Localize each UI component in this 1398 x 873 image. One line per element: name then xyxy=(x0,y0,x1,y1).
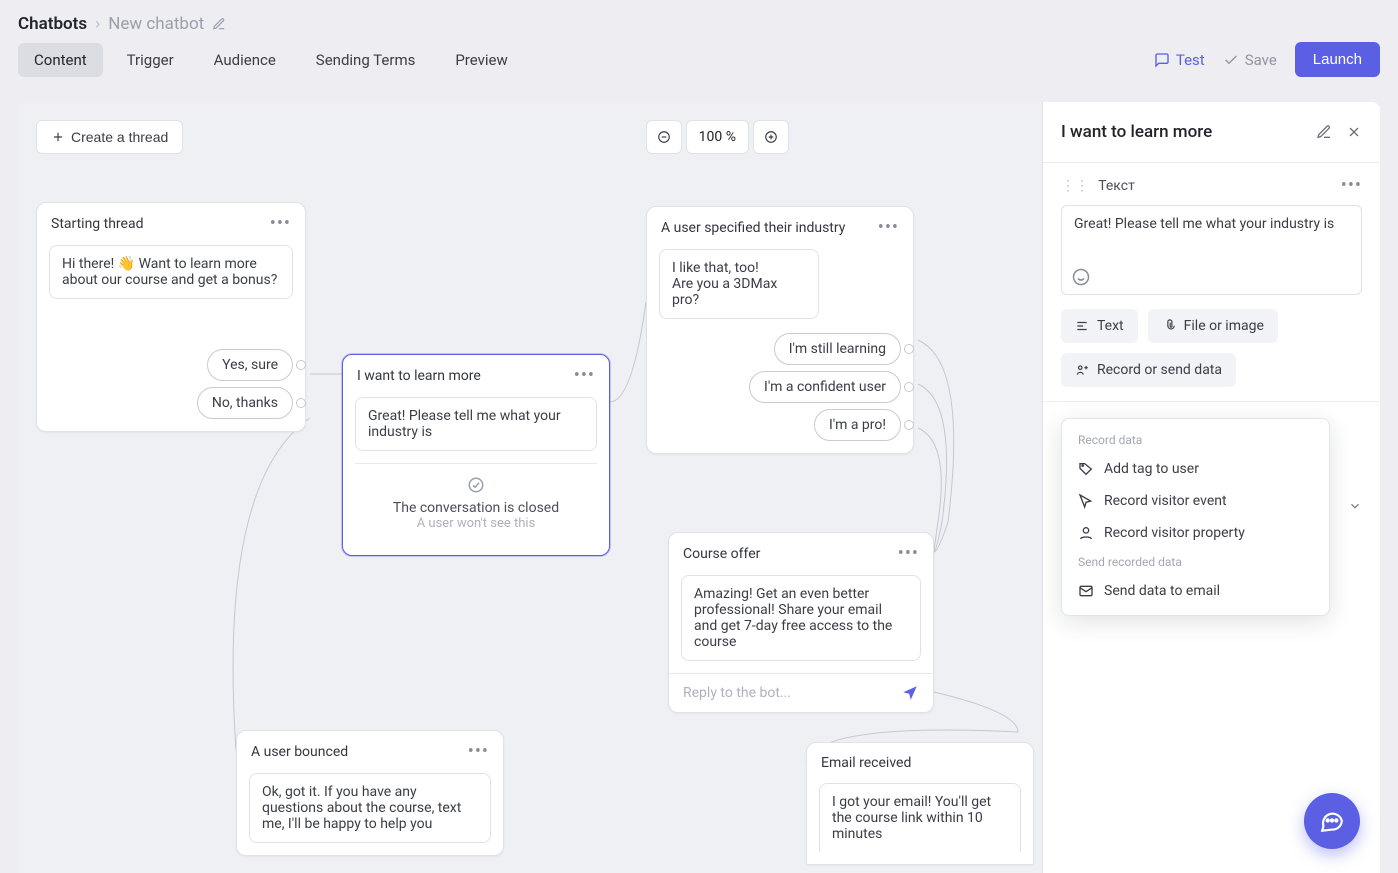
send-icon[interactable] xyxy=(901,684,919,702)
chat-bubble-icon xyxy=(1319,808,1345,834)
grip-icon[interactable]: ⋮⋮ xyxy=(1061,178,1089,194)
text-icon xyxy=(1075,319,1089,333)
card-title: Starting thread xyxy=(51,216,143,232)
reply-input[interactable]: Reply to the bot... xyxy=(683,685,791,701)
more-icon[interactable]: ••• xyxy=(898,545,919,563)
card-title: A user specified their industry xyxy=(661,220,845,236)
paperclip-icon xyxy=(1162,319,1176,333)
cursor-icon xyxy=(1078,493,1094,509)
tag-icon xyxy=(1078,461,1094,477)
tab-audience[interactable]: Audience xyxy=(198,43,292,77)
reply-confident[interactable]: I'm a confident user xyxy=(749,371,901,403)
chevron-down-icon[interactable] xyxy=(1348,499,1362,513)
record-dropdown: Record data Add tag to user Record visit… xyxy=(1061,418,1330,616)
plus-icon xyxy=(51,130,65,144)
message-bubble: Great! Please tell me what your industry… xyxy=(355,397,597,451)
minus-circle-icon xyxy=(657,130,671,144)
card-title: I want to learn more xyxy=(357,368,481,384)
message-bubble: Hi there! 👋 Want to learn more about our… xyxy=(49,245,293,299)
breadcrumb-parent[interactable]: Chatbots xyxy=(18,14,87,34)
card-learn-more[interactable]: I want to learn more ••• Great! Please t… xyxy=(342,354,610,556)
dd-record-event[interactable]: Record visitor event xyxy=(1062,485,1329,517)
create-thread-button[interactable]: Create a thread xyxy=(36,120,183,154)
pencil-icon[interactable] xyxy=(212,17,226,31)
reply-yes[interactable]: Yes, sure xyxy=(207,349,293,381)
card-title: Course offer xyxy=(683,546,760,562)
plus-circle-icon xyxy=(764,130,778,144)
dropdown-group-label: Record data xyxy=(1062,427,1329,453)
mail-icon xyxy=(1078,583,1094,599)
dd-record-property[interactable]: Record visitor property xyxy=(1062,517,1329,549)
chip-record[interactable]: Record or send data xyxy=(1061,353,1236,387)
reply-no[interactable]: No, thanks xyxy=(197,387,293,419)
chevron-right-icon: › xyxy=(95,14,100,34)
more-icon[interactable]: ••• xyxy=(270,215,291,233)
chat-fab[interactable] xyxy=(1304,793,1360,849)
breadcrumb-current: New chatbot xyxy=(108,14,204,34)
panel-title: I want to learn more xyxy=(1061,122,1212,142)
dd-add-tag[interactable]: Add tag to user xyxy=(1062,453,1329,485)
message-textarea[interactable]: Great! Please tell me what your industry… xyxy=(1061,205,1362,295)
reply-learning[interactable]: I'm still learning xyxy=(774,333,901,365)
tabs: Content Trigger Audience Sending Terms P… xyxy=(18,43,524,77)
zoom-group: 100 % xyxy=(646,120,789,154)
pencil-icon[interactable] xyxy=(1316,124,1332,140)
tab-trigger[interactable]: Trigger xyxy=(111,43,190,77)
zoom-in-button[interactable] xyxy=(753,120,789,154)
breadcrumb: Chatbots › New chatbot xyxy=(18,14,1380,34)
card-starting-thread[interactable]: Starting thread ••• Hi there! 👋 Want to … xyxy=(36,202,306,432)
emoji-icon[interactable] xyxy=(1072,268,1090,286)
card-title: Email received xyxy=(821,755,911,771)
user-icon xyxy=(1078,525,1094,541)
chat-icon xyxy=(1154,52,1170,68)
side-panel: I want to learn more ⋮⋮ Текст ••• Great!… xyxy=(1042,102,1380,873)
dropdown-group-label: Send recorded data xyxy=(1062,549,1329,575)
tab-sending-terms[interactable]: Sending Terms xyxy=(300,43,432,77)
check-icon xyxy=(1223,52,1239,68)
message-bubble: I like that, too! Are you a 3DMax pro? xyxy=(659,249,819,319)
section-label: Текст xyxy=(1098,178,1135,194)
card-course-offer[interactable]: Course offer ••• Amazing! Get an even be… xyxy=(668,532,934,713)
card-email-received[interactable]: Email received I got your email! You'll … xyxy=(806,742,1034,865)
message-bubble: I got your email! You'll get the course … xyxy=(819,783,1021,852)
data-icon xyxy=(1075,363,1089,377)
more-icon[interactable]: ••• xyxy=(574,367,595,385)
chip-text[interactable]: Text xyxy=(1061,309,1138,343)
zoom-out-button[interactable] xyxy=(646,120,682,154)
reply-pro[interactable]: I'm a pro! xyxy=(814,409,901,441)
more-icon[interactable]: ••• xyxy=(1341,177,1362,195)
zoom-value: 100 % xyxy=(686,120,749,154)
save-link[interactable]: Save xyxy=(1223,51,1277,69)
closed-subtext: A user won't see this xyxy=(355,516,597,531)
more-icon[interactable]: ••• xyxy=(468,743,489,761)
check-circle-icon xyxy=(467,476,485,494)
message-bubble: Ok, got it. If you have any questions ab… xyxy=(249,773,491,843)
closed-text: The conversation is closed xyxy=(355,500,597,516)
card-bounced[interactable]: A user bounced ••• Ok, got it. If you ha… xyxy=(236,730,504,856)
card-industry[interactable]: A user specified their industry ••• I li… xyxy=(646,206,914,454)
launch-button[interactable]: Launch xyxy=(1295,42,1380,77)
tab-preview[interactable]: Preview xyxy=(439,43,523,77)
card-title: A user bounced xyxy=(251,744,348,760)
tab-content[interactable]: Content xyxy=(18,43,103,77)
canvas[interactable]: Create a thread 100 % Configure Starting… xyxy=(18,102,1380,873)
chip-file[interactable]: File or image xyxy=(1148,309,1278,343)
test-link[interactable]: Test xyxy=(1154,51,1205,69)
dd-send-email[interactable]: Send data to email xyxy=(1062,575,1329,607)
message-bubble: Amazing! Get an even better professional… xyxy=(681,575,921,661)
close-icon[interactable] xyxy=(1346,124,1362,140)
more-icon[interactable]: ••• xyxy=(878,219,899,237)
